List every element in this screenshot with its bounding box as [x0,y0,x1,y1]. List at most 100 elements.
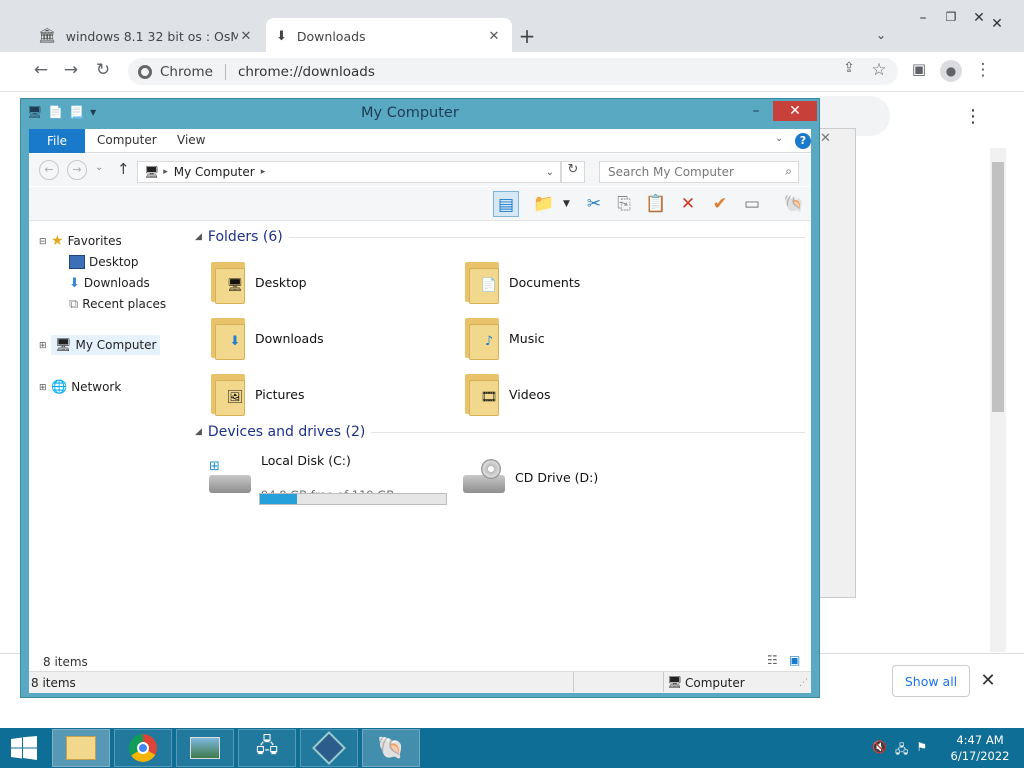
nav-item-recent-places[interactable]: ⧉ Recent places [69,294,166,314]
paste-icon[interactable]: 📋 [643,191,669,217]
expand-icon[interactable]: ⊞ [39,383,47,393]
expand-icon[interactable]: ⊞ [39,341,47,351]
item-label: Music [509,330,545,346]
tab-downloads[interactable]: ⬇ Downloads ✕ [266,18,512,54]
resize-grip-icon[interactable]: ⋰ [799,678,808,688]
breadcrumb-my-computer[interactable]: My Computer [174,165,255,179]
film-icon: 🎞 [480,390,498,405]
address-dropdown-icon[interactable]: ⌄ [546,167,554,178]
close-icon[interactable]: ✕ [986,16,1008,36]
show-all-button[interactable]: Show all [892,665,970,697]
address-bar[interactable]: 🖥 ▸ My Computer ▸ ⌄ [137,161,561,183]
close-button[interactable]: ✕ [773,101,817,121]
drive-item-d[interactable]: CD Drive (D:) [461,449,598,505]
properties-icon[interactable]: 📄 [48,105,63,119]
preview-pane-icon[interactable]: ▤ [493,191,519,217]
nav-item-desktop[interactable]: Desktop [69,252,139,272]
details-view-icon[interactable]: ☷ [767,653,778,667]
taskbar-image-viewer[interactable] [176,729,234,767]
taskbar-network-computer[interactable]: 🖧 [238,729,296,767]
shell-icon[interactable]: 🐚 [781,191,807,217]
side-panel-icon[interactable]: ▣ [908,60,930,82]
folder-item-music[interactable]: ♪ Music [463,311,545,365]
kebab-menu-icon[interactable]: ⋮ [972,60,994,82]
reload-icon[interactable]: ↻ [92,60,114,82]
recent-locations-icon[interactable]: ⌄ [95,162,103,173]
volume-muted-icon[interactable]: 🔇 [872,740,887,761]
taskbar-shell-app[interactable]: 🐚 [362,729,420,767]
system-clock[interactable]: 4:47 AM 6/17/2022 [942,732,1018,764]
group-divider [288,236,805,238]
collapse-icon[interactable]: ⊟ [39,237,47,247]
collapse-group-icon[interactable]: ◢ [195,427,202,437]
system-tray: 🔇 🖧 ⚑ [872,740,927,761]
refresh-button[interactable]: ↻ [561,161,585,183]
delete-icon[interactable]: ✕ [675,191,701,217]
rename-check-icon[interactable]: ✔ [707,191,733,217]
folder-item-desktop[interactable]: 🖥 Desktop [209,255,307,309]
share-icon[interactable]: ⇪ [838,60,860,82]
folder-options-dropdown-icon[interactable]: ▼ [563,199,570,209]
forward-button[interactable]: → [67,160,87,180]
minimize-button[interactable]: – [743,103,769,121]
nav-item-downloads[interactable]: ⬇ Downloads [69,273,150,293]
minimize-button[interactable]: – [912,10,934,30]
forward-arrow-icon[interactable]: → [60,60,82,82]
qat-dropdown-icon[interactable]: ▾ [90,105,96,119]
scrollbar-thumb[interactable] [992,162,1004,412]
taskbar-file-explorer[interactable] [52,729,110,767]
status-item-count: 8 items [31,676,76,690]
back-button[interactable]: ← [39,160,59,180]
omnibox[interactable]: Chrome chrome://downloads [128,58,898,85]
close-shelf-icon[interactable]: ✕ [978,670,998,691]
folder-item-pictures[interactable]: 🖼 Pictures [209,367,305,421]
new-tab-button[interactable]: + [516,24,538,48]
chrome-logo-icon [138,64,152,79]
downloads-menu-icon[interactable]: ⋮ [964,106,982,127]
copy-icon[interactable]: ⎘ [611,191,637,217]
clock-date: 6/17/2022 [950,749,1010,763]
tab-osmxx[interactable]: 🏛 windows 8.1 32 bit os : OsMXX : I ✕ [28,18,264,54]
large-icons-view-icon[interactable]: ▣ [789,653,800,667]
nav-item-network[interactable]: 🌐 Network [51,377,121,397]
up-arrow-icon[interactable]: ↑ [117,160,130,178]
search-placeholder: Search My Computer [608,165,734,179]
group-header-devices[interactable]: ◢ Devices and drives (2) [195,424,805,440]
maximize-button[interactable]: ❐ [940,10,962,30]
bookmark-star-icon[interactable]: ☆ [868,60,890,82]
expand-ribbon-icon[interactable]: ⌄ [775,133,783,144]
close-tab-icon[interactable]: ✕ [238,29,254,44]
network-status-icon[interactable]: 🖧 [895,740,908,761]
folder-item-videos[interactable]: 🎞 Videos [463,367,551,421]
group-header-folders[interactable]: ◢ Folders (6) [195,229,805,245]
nav-item-my-computer[interactable]: 🖥 My Computer [51,335,161,355]
action-center-flag-icon[interactable]: ⚑ [916,740,927,761]
close-icon[interactable]: ✕ [820,131,838,147]
folder-options-icon[interactable]: 📁 [531,191,557,217]
help-icon[interactable]: ? [795,133,811,149]
chevron-right-icon[interactable]: ▸ [163,167,168,177]
taskbar-chrome[interactable] [114,729,172,767]
folder-item-documents[interactable]: 📄 Documents [463,255,580,309]
chevron-down-icon[interactable]: ⌄ [876,28,886,42]
profile-avatar-icon[interactable]: ● [940,60,962,82]
explorer-window: 🖥 📄 📃 ▾ My Computer – ▭ ✕ File Computer … [20,98,820,698]
windows-start-icon[interactable] [10,736,40,760]
collapse-group-icon[interactable]: ◢ [195,232,202,242]
search-icon[interactable]: ⌕ [785,164,792,179]
cut-icon[interactable]: ✂ [581,191,607,217]
hard-drive-icon: ⊞ [207,459,253,495]
nav-item-favorites[interactable]: ★ Favorites [51,231,122,251]
ribbon-tab-computer[interactable]: Computer [97,133,157,147]
properties-icon[interactable]: ▭ [739,191,765,217]
ribbon-tab-view[interactable]: View [177,133,205,147]
back-arrow-icon[interactable]: ← [30,60,52,82]
chevron-right-icon[interactable]: ▸ [261,167,266,177]
folder-item-downloads[interactable]: ⬇ Downloads [209,311,324,365]
close-tab-icon[interactable]: ✕ [486,29,502,44]
taskbar-virtualbox[interactable] [300,729,358,767]
search-input[interactable]: Search My Computer ⌕ [599,161,799,183]
group-divider [371,431,805,433]
ribbon-file-tab[interactable]: File [29,129,85,153]
new-folder-icon[interactable]: 📃 [69,105,84,119]
